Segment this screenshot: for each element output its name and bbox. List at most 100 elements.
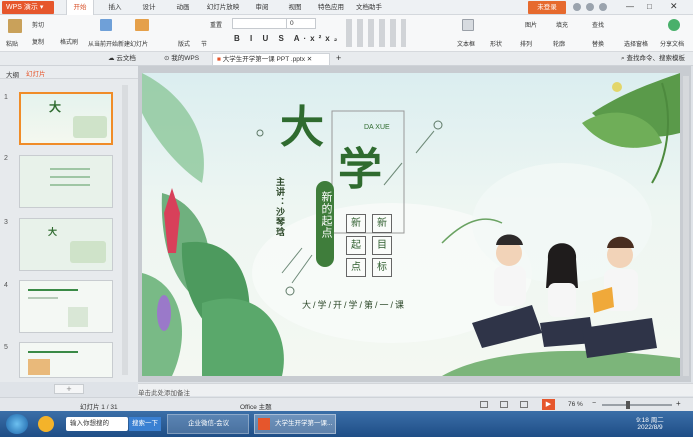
thumb-photo bbox=[68, 307, 88, 327]
layout-button[interactable]: 版式 bbox=[178, 39, 190, 48]
sorter-view-icon[interactable] bbox=[500, 401, 508, 408]
outline-button[interactable]: 轮廓 bbox=[553, 39, 565, 48]
menu-review[interactable]: 审阅 bbox=[250, 0, 274, 15]
canvas-scrollbar[interactable] bbox=[683, 76, 689, 376]
slide-title-char-1: 大 bbox=[280, 102, 324, 153]
start-button[interactable] bbox=[6, 414, 28, 434]
zoom-slider[interactable] bbox=[602, 401, 672, 409]
shape-button[interactable]: 形状 bbox=[490, 39, 502, 48]
slide-thumbnail-2[interactable] bbox=[19, 155, 113, 208]
settings-icon[interactable] bbox=[586, 3, 594, 11]
help-icon[interactable] bbox=[599, 3, 607, 11]
slide-title-char-2: 学 bbox=[338, 144, 382, 195]
format-painter-button[interactable]: 格式刷 bbox=[60, 37, 78, 46]
slide-illustration bbox=[142, 73, 680, 376]
textbox-icon[interactable] bbox=[462, 19, 474, 31]
paste-label[interactable]: 粘贴 bbox=[6, 39, 18, 48]
close-icon[interactable]: ✕ bbox=[670, 1, 678, 12]
menu-animation[interactable]: 动画 bbox=[171, 0, 195, 15]
clock-time: 9:18 周二 bbox=[636, 417, 664, 424]
menu-slideshow[interactable]: 幻灯片放映 bbox=[203, 0, 243, 15]
section-button[interactable]: 节 bbox=[201, 39, 207, 48]
new-slide-icon[interactable] bbox=[135, 19, 149, 31]
app-menu-button[interactable]: WPS 演示 ▾ bbox=[2, 1, 54, 14]
paragraph-buttons[interactable] bbox=[346, 19, 406, 47]
tab-cloud-docs[interactable]: ☁ 云文档 bbox=[104, 53, 140, 65]
title-bar: WPS 演示 ▾ 开始 插入 设计 动画 幻灯片放映 审阅 视图 特色应用 文档… bbox=[0, 0, 693, 15]
tab-close-icon[interactable]: ✕ bbox=[307, 56, 312, 63]
menu-view[interactable]: 视图 bbox=[283, 0, 307, 15]
slide-1[interactable]: 大 学 DA XUE 主讲：沙琴琀 新的起点 新 新 起 目 点 标 大/学/开… bbox=[142, 73, 680, 376]
slide-number: 5 bbox=[4, 344, 8, 351]
replace-button[interactable]: 替换 bbox=[592, 39, 604, 48]
menu-design[interactable]: 设计 bbox=[137, 0, 161, 15]
share-icon[interactable] bbox=[668, 19, 680, 31]
add-slide-button[interactable]: + bbox=[54, 384, 84, 394]
slide-number: 2 bbox=[4, 155, 8, 162]
slide-thumbnail-panel: 1 大 2 3 大 4 5 bbox=[0, 79, 138, 382]
slide-tagline: 大/学/开/学/第/一/课 bbox=[302, 300, 407, 310]
thumb-title: 大 bbox=[48, 227, 58, 237]
zoom-in-icon[interactable]: + bbox=[676, 399, 681, 408]
taskbar-search-button[interactable]: 搜索一下 bbox=[129, 417, 161, 431]
grid-char: 新 bbox=[346, 214, 366, 233]
search-icon: ⌕ bbox=[621, 55, 625, 62]
new-tab-button[interactable]: + bbox=[332, 52, 345, 64]
search-command-label: 查找命令、搜索模板 bbox=[626, 55, 685, 62]
panel-scrollbar[interactable] bbox=[122, 85, 128, 375]
theme-name: Office 主题 bbox=[240, 404, 272, 411]
picture-button[interactable]: 图片 bbox=[525, 20, 537, 29]
clock-date: 2022/8/9 bbox=[637, 424, 663, 431]
from-current-icon[interactable] bbox=[100, 19, 112, 31]
windows-taskbar: 输入你想搜的 搜索一下 企业微信-会议 大学生开学第一课... 9:18 周二 … bbox=[0, 411, 693, 437]
slide-thumbnail-3[interactable]: 大 bbox=[19, 218, 113, 271]
menu-insert[interactable]: 插入 bbox=[103, 0, 127, 15]
slide-thumbnail-5[interactable] bbox=[19, 342, 113, 378]
app-name: WPS 演示 bbox=[6, 4, 38, 11]
slide-thumbnail-1[interactable]: 大 bbox=[19, 92, 113, 145]
arrange-button[interactable]: 排列 bbox=[520, 39, 532, 48]
zoom-out-icon[interactable]: − bbox=[592, 400, 596, 407]
new-slide-button[interactable]: 新建幻灯片 bbox=[118, 39, 148, 48]
copy-button[interactable]: 复制 bbox=[32, 37, 44, 46]
cut-button[interactable]: 剪切 bbox=[32, 20, 44, 29]
minimize-icon[interactable]: — bbox=[626, 2, 634, 11]
grid-char: 起 bbox=[346, 236, 366, 255]
search-command-input[interactable]: ⌕ 查找命令、搜索模板 bbox=[617, 53, 689, 65]
paste-icon[interactable] bbox=[8, 19, 22, 33]
select-pane-button[interactable]: 选择窗格 bbox=[624, 39, 648, 48]
menu-home[interactable]: 开始 bbox=[66, 0, 94, 15]
reading-view-icon[interactable] bbox=[520, 401, 528, 408]
fill-button[interactable]: 填充 bbox=[556, 20, 568, 29]
font-style-buttons[interactable]: B I U S A·x²x₂ bbox=[234, 34, 341, 43]
tab-outline[interactable]: 大纲 bbox=[6, 69, 19, 79]
menu-doc-assistant[interactable]: 文档助手 bbox=[352, 0, 386, 15]
textbox-button[interactable]: 文本框 bbox=[457, 39, 475, 48]
slide-thumbnail-4[interactable] bbox=[19, 280, 113, 333]
tab-current-document[interactable]: ■ 大学生开学第一课 PPT .pptx ✕ bbox=[212, 53, 330, 65]
notes-area[interactable]: 单击此处添加备注 bbox=[138, 383, 693, 397]
reset-button[interactable]: 重置 bbox=[210, 20, 222, 29]
taskbar-wecom-meeting[interactable]: 企业微信-会议 bbox=[167, 414, 249, 434]
ppt-file-icon: ■ bbox=[217, 56, 221, 63]
from-current-button[interactable]: 从当前开始 bbox=[88, 39, 118, 48]
document-tab-bar: ☁ 云文档 ⊙ 我的WPS ■ 大学生开学第一课 PPT .pptx ✕ + ⌕… bbox=[0, 52, 693, 66]
maximize-icon[interactable]: □ bbox=[647, 2, 652, 11]
browser-icon[interactable] bbox=[38, 416, 54, 432]
tab-my-wps[interactable]: ⊙ 我的WPS bbox=[160, 53, 203, 65]
tab-cloud-label: 云文档 bbox=[116, 55, 136, 62]
find-button[interactable]: 查找 bbox=[592, 20, 604, 29]
normal-view-icon[interactable] bbox=[480, 401, 488, 408]
wps-icon bbox=[258, 418, 270, 430]
slide-counter: 幻灯片 1 / 31 bbox=[80, 404, 118, 411]
taskbar-search-input[interactable]: 输入你想搜的 bbox=[66, 417, 128, 431]
menu-special[interactable]: 特色应用 bbox=[314, 0, 348, 15]
skin-icon[interactable] bbox=[573, 3, 581, 11]
thumb-title: 大 bbox=[49, 100, 62, 114]
zoom-slider-thumb[interactable] bbox=[626, 401, 630, 409]
tab-doc-label: 大学生开学第一课 PPT .pptx bbox=[222, 56, 305, 63]
login-button[interactable]: 未登录 bbox=[528, 1, 566, 14]
play-slideshow-button[interactable]: ▶ bbox=[542, 399, 555, 410]
share-button[interactable]: 分享文档 bbox=[660, 39, 684, 48]
font-size-input[interactable]: 0 bbox=[286, 18, 316, 29]
